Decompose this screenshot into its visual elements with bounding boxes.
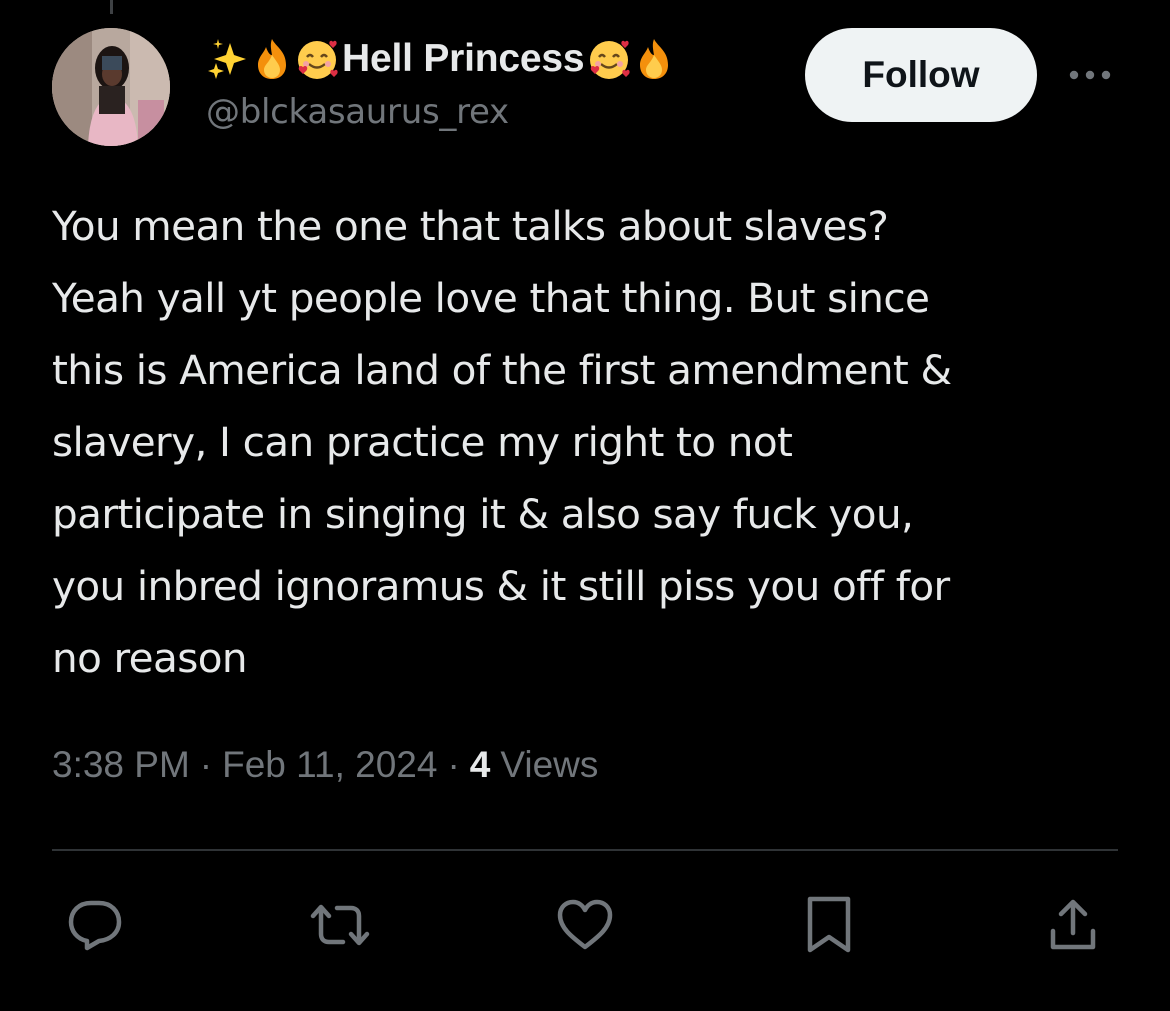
author-handle[interactable]: @blckasaurus_rex (206, 92, 509, 132)
avatar[interactable] (52, 28, 170, 146)
like-button[interactable] (550, 890, 620, 960)
retweet-icon (310, 904, 370, 946)
tweet-date[interactable]: Feb 11, 2024 (222, 744, 437, 786)
tweet-metadata: 3:38 PM · Feb 11, 2024 · 4 Views (52, 744, 598, 786)
meta-separator: · (199, 744, 213, 785)
follow-button[interactable]: Follow (805, 28, 1037, 122)
thread-connector-line (110, 0, 113, 14)
tweet-text-line: slavery, I can practice my right to not (52, 418, 793, 466)
tweet-text-line: You mean the one that talks about slaves… (52, 202, 889, 250)
sparkles-emoji-icon (206, 37, 250, 81)
reply-icon (68, 900, 122, 951)
name-prefix-emojis (206, 37, 340, 81)
more-options-button[interactable] (1066, 60, 1114, 90)
author-name-row[interactable]: Hell Princess (206, 30, 676, 88)
smiling-face-with-hearts-emoji-icon (586, 37, 632, 81)
share-button[interactable] (1038, 890, 1108, 960)
tweet-text-line: you inbred ignoramus & it still piss you… (52, 562, 950, 610)
bookmark-icon (807, 896, 851, 953)
tweet-text-line: this is America land of the first amendm… (52, 346, 952, 394)
smiling-face-with-hearts-emoji-icon (294, 37, 340, 81)
fire-emoji-icon (632, 37, 676, 81)
retweet-button[interactable] (305, 890, 375, 960)
fire-emoji-icon (250, 37, 294, 81)
meta-separator: · (447, 744, 460, 785)
more-horizontal-icon (1069, 70, 1111, 80)
tweet-text-line: participate in singing it & also say fuc… (52, 490, 914, 538)
views-label[interactable]: Views (500, 744, 598, 786)
name-suffix-emojis (586, 37, 676, 81)
tweet-text-line: Yeah yall yt people love that thing. But… (52, 274, 930, 322)
divider (52, 849, 1118, 851)
avatar-photo-icon (52, 28, 170, 146)
views-count[interactable]: 4 (470, 744, 491, 786)
bookmark-button[interactable] (794, 890, 864, 960)
tweet-text: You mean the one that talks about slaves… (52, 190, 1132, 694)
share-icon (1050, 899, 1096, 950)
tweet-text-line: no reason (52, 634, 248, 682)
reply-button[interactable] (60, 890, 130, 960)
author-display-name[interactable]: Hell Princess (342, 37, 585, 81)
like-icon (557, 899, 613, 950)
tweet-time[interactable]: 3:38 PM (52, 744, 190, 786)
